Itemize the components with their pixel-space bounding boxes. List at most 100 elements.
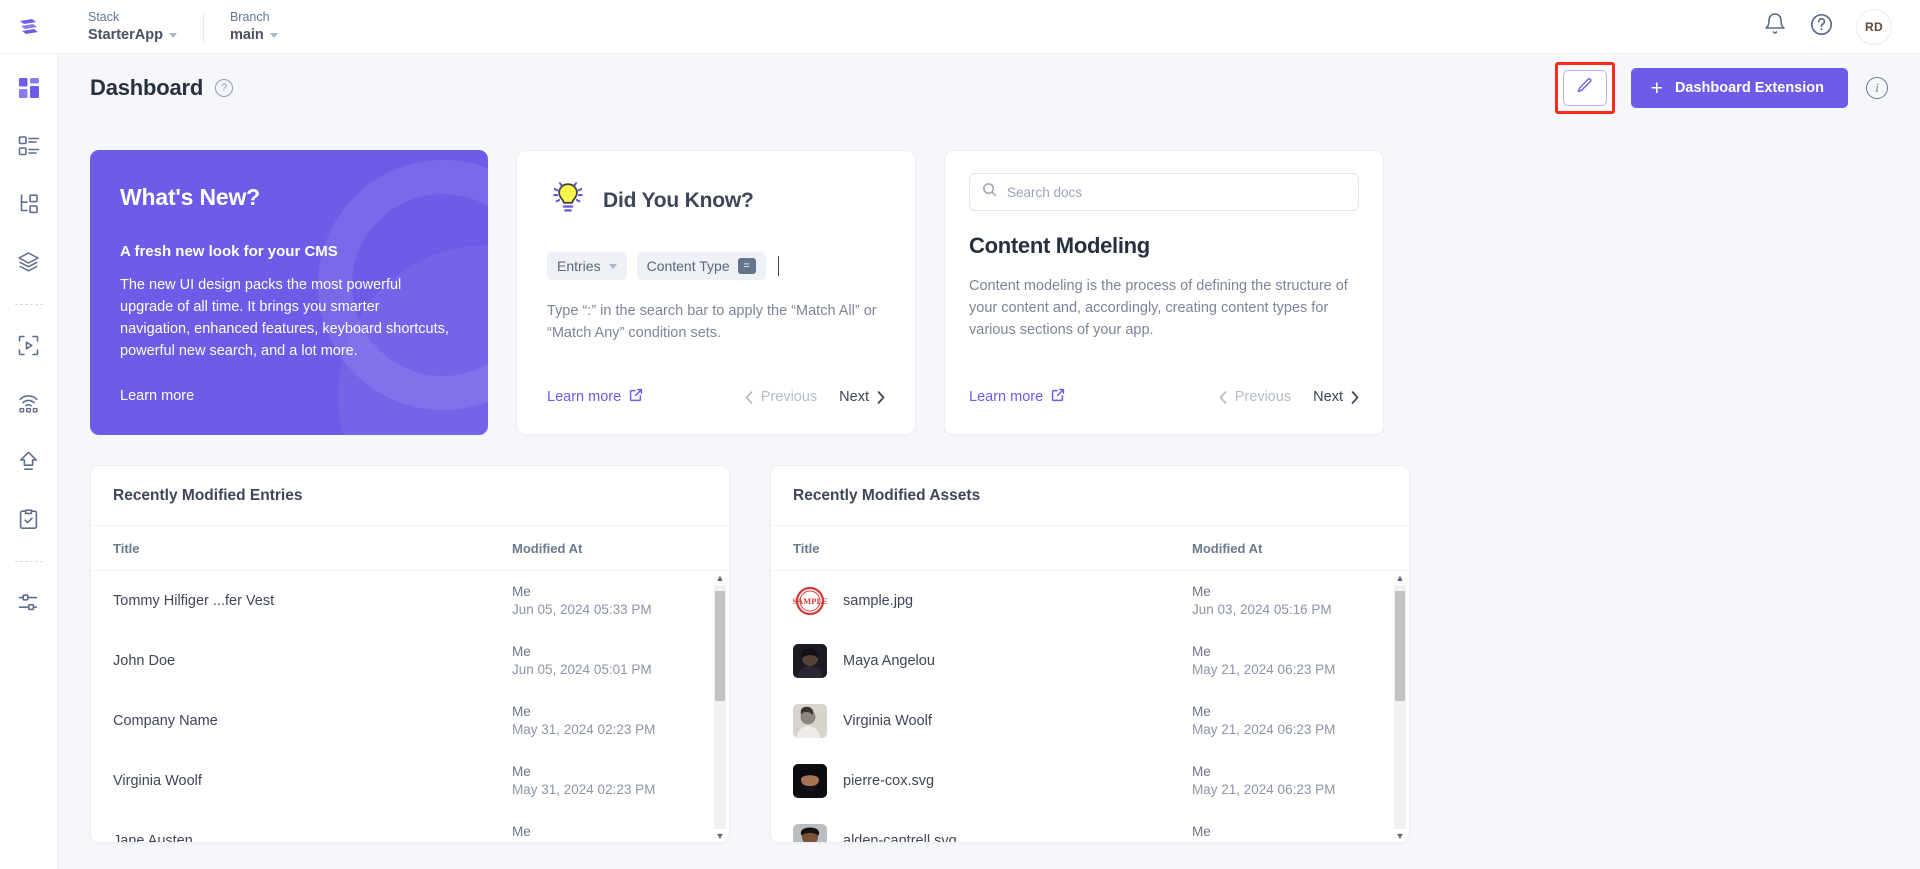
table-row[interactable]: Virginia Woolf Me May 21, 2024 06:23 PM — [771, 691, 1409, 751]
table-row[interactable]: SAMPLE sample.jpg Me Jun 03, 2024 05:16 … — [771, 571, 1409, 631]
scroll-down-arrow-icon[interactable]: ▼ — [1394, 829, 1406, 842]
asset-modified: Me May 21, 2024 06:23 PM — [1192, 823, 1387, 842]
next-button[interactable]: Next — [839, 389, 885, 405]
chevron-down-icon — [608, 263, 617, 269]
avatar[interactable]: RD — [1856, 8, 1892, 45]
sidebar-divider — [14, 304, 43, 305]
chip-entries-label: Entries — [557, 258, 601, 274]
did-you-know-card: Did You Know? Entries Content Type = Typ… — [516, 150, 916, 435]
table-row[interactable]: alden-cantrell.svg Me May 21, 2024 06:23… — [771, 811, 1409, 843]
entry-modified-by: Me — [512, 644, 531, 659]
branch-switcher[interactable]: Branch main — [230, 9, 304, 45]
table-row[interactable]: Company Name Me May 31, 2024 02:23 PM — [91, 691, 729, 751]
sidebar-divider — [14, 561, 43, 562]
search-icon — [982, 182, 997, 202]
entry-modified-date: May 31, 2024 02:22 PM — [512, 841, 707, 842]
table-row[interactable]: John Doe Me Jun 05, 2024 05:01 PM — [91, 631, 729, 691]
search-input[interactable] — [1007, 184, 1346, 200]
help-question-icon[interactable] — [1809, 12, 1834, 42]
stack-value-text: StarterApp — [88, 26, 163, 43]
chip-entries[interactable]: Entries — [547, 252, 627, 280]
next-label: Next — [839, 389, 869, 405]
table-row[interactable]: Virginia Woolf Me May 31, 2024 02:23 PM — [91, 751, 729, 811]
sidebar-item-content-types[interactable] — [9, 126, 49, 166]
chevron-down-icon — [269, 32, 278, 38]
sidebar-item-live-preview[interactable] — [9, 383, 49, 423]
add-dashboard-extension-button[interactable]: + Dashboard Extension — [1630, 68, 1848, 108]
table-row[interactable]: Jane Austen Me May 31, 2024 02:22 PM — [91, 811, 729, 842]
stack-label: Stack — [88, 9, 120, 24]
top-bar-actions: RD — [1763, 8, 1920, 45]
asset-modified-by: Me — [1192, 824, 1211, 839]
entries-list: Tommy Hilfiger ...fer Vest Me Jun 05, 20… — [91, 571, 729, 842]
next-button[interactable]: Next — [1313, 389, 1359, 405]
docs-search-box[interactable] — [969, 173, 1359, 211]
table-row[interactable]: pierre-cox.svg Me May 21, 2024 06:23 PM — [771, 751, 1409, 811]
previous-label: Previous — [760, 389, 818, 405]
asset-modified-date: May 21, 2024 06:23 PM — [1192, 782, 1336, 797]
entry-modified-by: Me — [512, 704, 531, 719]
recently-modified-entries-panel: Recently Modified Entries Title Modified… — [90, 465, 730, 843]
chevron-left-icon — [745, 390, 753, 404]
branch-label: Branch — [229, 9, 270, 24]
entry-modified-date: May 31, 2024 02:23 PM — [512, 722, 656, 737]
entry-modified-by: Me — [512, 764, 531, 779]
plus-icon: + — [1650, 76, 1663, 100]
asset-modified: Me May 21, 2024 06:23 PM — [1192, 643, 1387, 679]
lightbulb-icon — [547, 177, 589, 224]
assets-column-headers: Title Modified At — [771, 526, 1409, 571]
asset-modified-date: Jun 03, 2024 05:16 PM — [1192, 602, 1332, 617]
asset-title-cell: Virginia Woolf — [793, 704, 1192, 738]
entries-scrollbar[interactable]: ▲ ▼ — [714, 571, 726, 842]
content-modeling-learn-more-link[interactable]: Learn more — [969, 388, 1065, 406]
did-you-know-learn-more-label: Learn more — [547, 389, 622, 405]
entries-column-headers: Title Modified At — [91, 526, 729, 571]
asset-title: alden-cantrell.svg — [843, 833, 957, 843]
entries-scrollbar-thumb[interactable] — [715, 591, 725, 701]
content-modeling-body: Content modeling is the process of defin… — [969, 278, 1348, 338]
whats-new-learn-more-link[interactable]: Learn more — [120, 388, 194, 404]
entry-modified: Me May 31, 2024 02:23 PM — [512, 763, 707, 799]
page-help-icon[interactable]: ? — [215, 79, 234, 97]
table-row[interactable]: Maya Angelou Me May 21, 2024 06:23 PM — [771, 631, 1409, 691]
sidebar-item-assets[interactable] — [9, 242, 49, 282]
notifications-bell-icon[interactable] — [1763, 12, 1787, 41]
asset-modified-by: Me — [1192, 644, 1211, 659]
page-title: Dashboard — [90, 75, 204, 100]
chip-content-type[interactable]: Content Type = — [636, 252, 766, 280]
scroll-up-arrow-icon[interactable]: ▲ — [714, 571, 726, 585]
entries-col-modified-at: Modified At — [512, 540, 583, 556]
assets-scrollbar-thumb[interactable] — [1395, 591, 1405, 701]
assets-scrollbar[interactable]: ▲ ▼ — [1394, 571, 1406, 842]
chip-content-type-label: Content Type — [646, 258, 730, 274]
scroll-up-arrow-icon[interactable]: ▲ — [1394, 571, 1406, 585]
app-logo[interactable] — [0, 0, 58, 54]
sidebar-item-settings[interactable] — [9, 582, 49, 622]
asset-title-cell: pierre-cox.svg — [793, 764, 1192, 798]
top-bar: Stack StarterApp Branch main RD — [0, 0, 1920, 54]
asset-thumbnail — [793, 824, 827, 842]
edit-button-highlight — [1554, 62, 1615, 114]
entry-modified-date: May 31, 2024 02:23 PM — [512, 782, 656, 797]
sidebar-item-taxonomy[interactable] — [9, 184, 49, 224]
content-modeling-card: Content Modeling Content modeling is the… — [944, 150, 1384, 435]
previous-button[interactable]: Previous — [745, 389, 817, 405]
recently-modified-assets-panel: Recently Modified Assets Title Modified … — [770, 465, 1410, 843]
scroll-down-arrow-icon[interactable]: ▼ — [714, 829, 726, 842]
info-icon[interactable]: i — [1866, 77, 1888, 99]
did-you-know-learn-more-link[interactable]: Learn more — [547, 388, 643, 406]
sidebar-item-workflow[interactable] — [9, 499, 49, 539]
stack-switcher[interactable]: Stack StarterApp — [88, 9, 203, 45]
assets-panel-heading: Recently Modified Assets — [771, 466, 1409, 526]
sidebar-item-dashboard[interactable] — [9, 68, 49, 108]
add-dashboard-extension-label: Dashboard Extension — [1674, 80, 1824, 96]
sidebar-item-releases[interactable] — [9, 325, 49, 365]
sidebar-item-publish-queue[interactable] — [9, 441, 49, 481]
page-header-actions: + Dashboard Extension i — [1554, 62, 1888, 114]
text-cursor — [777, 256, 780, 276]
table-row[interactable]: Tommy Hilfiger ...fer Vest Me Jun 05, 20… — [91, 571, 729, 631]
asset-thumbnail — [793, 644, 827, 678]
previous-button[interactable]: Previous — [1219, 389, 1291, 405]
edit-dashboard-button[interactable] — [1562, 70, 1607, 106]
entry-title: Company Name — [113, 713, 218, 729]
